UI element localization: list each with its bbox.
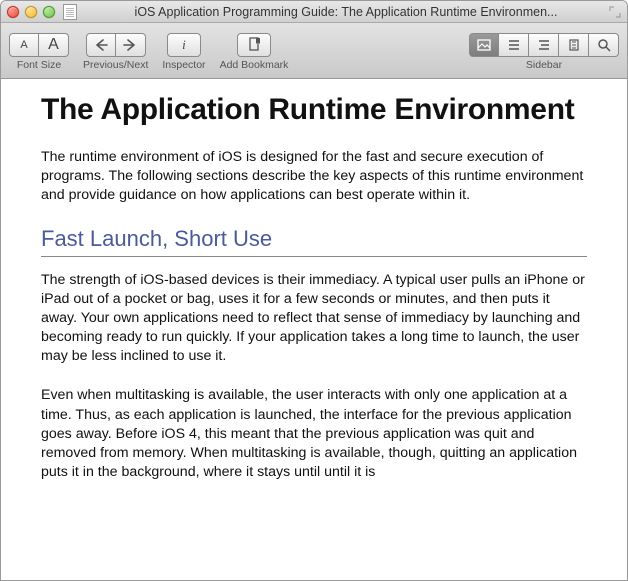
window-titlebar: iOS Application Programming Guide: The A…: [1, 1, 627, 23]
sidebar-toc-button[interactable]: [499, 33, 529, 57]
next-button[interactable]: [116, 33, 146, 57]
add-bookmark-label: Add Bookmark: [220, 59, 289, 71]
paragraph-2: Even when multitasking is available, the…: [41, 386, 587, 482]
sidebar-bookmarks-button[interactable]: [559, 33, 589, 57]
sidebar-search-button[interactable]: [589, 33, 619, 57]
thumbnails-icon: [537, 39, 551, 51]
add-bookmark-button[interactable]: [237, 33, 271, 57]
inspector-group: i Inspector: [162, 33, 205, 71]
font-size-label: Font Size: [17, 59, 61, 71]
prev-next-label: Previous/Next: [83, 59, 148, 71]
info-icon: i: [182, 37, 186, 53]
add-bookmark-group: Add Bookmark: [220, 33, 289, 71]
toc-list-icon: [507, 39, 521, 51]
paragraph-1: The strength of iOS-based devices is the…: [41, 271, 587, 367]
inspector-button[interactable]: i: [167, 33, 201, 57]
window-title: iOS Application Programming Guide: The A…: [83, 5, 609, 19]
intro-paragraph: The runtime environment of iOS is design…: [41, 148, 587, 206]
page-title: The Application Runtime Environment: [41, 93, 587, 126]
sidebar-label: Sidebar: [526, 59, 562, 71]
font-increase-button[interactable]: A: [39, 33, 69, 57]
minimize-window-button[interactable]: [25, 6, 37, 18]
font-small-glyph: A: [20, 39, 27, 51]
sidebar-group: Sidebar: [469, 33, 619, 71]
sidebar-thumbnails-button[interactable]: [529, 33, 559, 57]
traffic-lights: [7, 6, 55, 18]
zoom-window-button[interactable]: [43, 6, 55, 18]
previous-button[interactable]: [86, 33, 116, 57]
close-window-button[interactable]: [7, 6, 19, 18]
arrow-left-icon: [94, 39, 108, 51]
fullscreen-icon[interactable]: [609, 6, 621, 18]
sidebar-hide-button[interactable]: [469, 33, 499, 57]
section-heading-fast-launch: Fast Launch, Short Use: [41, 226, 587, 257]
toolbar: A A Font Size Previous/Next i Inspector: [1, 23, 627, 79]
picture-icon: [477, 39, 491, 51]
inspector-label: Inspector: [162, 59, 205, 71]
bookmark-list-icon: [567, 39, 581, 51]
arrow-right-icon: [123, 39, 137, 51]
document-proxy-icon[interactable]: [63, 4, 77, 20]
bookmark-icon: [247, 37, 261, 53]
font-large-glyph: A: [48, 36, 59, 54]
font-decrease-button[interactable]: A: [9, 33, 39, 57]
search-icon: [597, 38, 611, 52]
font-size-group: A A Font Size: [9, 33, 69, 71]
document-viewport[interactable]: The Application Runtime Environment The …: [1, 79, 627, 580]
prev-next-group: Previous/Next: [83, 33, 148, 71]
